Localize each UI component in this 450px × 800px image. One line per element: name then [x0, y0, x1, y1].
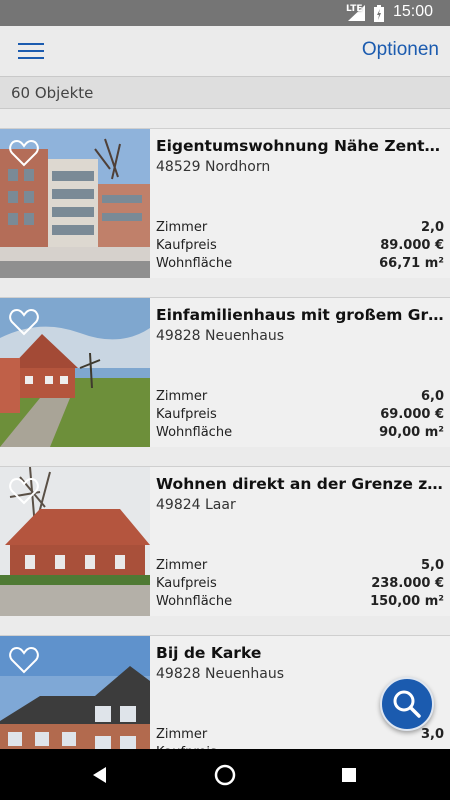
- listing-info: Einfamilienhaus mit großem Gru… 49828 Ne…: [150, 298, 450, 447]
- heart-icon[interactable]: [9, 308, 39, 336]
- result-count-bar: 60 Objekte: [0, 76, 450, 109]
- status-time: 15:00: [393, 3, 434, 20]
- listing-item[interactable]: Einfamilienhaus mit großem Gru… 49828 Ne…: [0, 297, 450, 447]
- rooms-value: 5,0: [420, 558, 444, 573]
- search-icon: [393, 690, 421, 718]
- listing-location: 49828 Neuenhaus: [156, 666, 285, 682]
- price-label: Kaufpreis: [156, 407, 217, 422]
- rooms-value: 6,0: [420, 389, 444, 404]
- app-bar: Optionen: [0, 26, 450, 76]
- rooms-row: Zimmer 6,0: [156, 389, 444, 407]
- rooms-value: 2,0: [420, 220, 444, 235]
- area-label: Wohnfläche: [156, 594, 233, 609]
- price-label: Kaufpreis: [156, 238, 217, 253]
- heart-icon[interactable]: [9, 646, 39, 674]
- price-value: 89.000 €: [380, 238, 444, 253]
- listing-location: 48529 Nordhorn: [156, 159, 271, 175]
- price-value: 69.000 €: [380, 407, 444, 422]
- area-value: 90,00 m²: [379, 425, 444, 440]
- rooms-value: 3,0: [420, 727, 444, 742]
- listing-info: Eigentumswohnung Nähe Zentrum 48529 Nord…: [150, 129, 450, 278]
- heart-icon[interactable]: [9, 139, 39, 167]
- price-value: 238.000 €: [371, 576, 444, 591]
- area-row: Wohnfläche 90,00 m²: [156, 425, 444, 443]
- battery-icon: [374, 5, 384, 22]
- area-row: Wohnfläche 66,71 m²: [156, 256, 444, 274]
- rooms-label: Zimmer: [156, 220, 208, 235]
- network-type: LTE: [346, 4, 363, 14]
- area-value: 66,71 m²: [379, 256, 444, 271]
- recents-icon[interactable]: [337, 763, 361, 787]
- listing-location: 49824 Laar: [156, 497, 236, 513]
- listing-info: Wohnen direkt an der Grenze zu… 49824 La…: [150, 467, 450, 616]
- rooms-label: Zimmer: [156, 558, 208, 573]
- system-nav-bar: [0, 749, 450, 800]
- hamburger-menu-icon[interactable]: [18, 41, 44, 61]
- rooms-label: Zimmer: [156, 727, 208, 742]
- back-icon[interactable]: [88, 763, 112, 787]
- result-count: 60 Objekte: [11, 84, 94, 102]
- price-label: Kaufpreis: [156, 576, 217, 591]
- listing-item[interactable]: Eigentumswohnung Nähe Zentrum 48529 Nord…: [0, 128, 450, 278]
- price-row: Kaufpreis 238.000 €: [156, 576, 444, 594]
- search-button[interactable]: [380, 677, 434, 731]
- listing-location: 49828 Neuenhaus: [156, 328, 285, 344]
- listing-list[interactable]: Eigentumswohnung Nähe Zentrum 48529 Nord…: [0, 109, 450, 749]
- listing-title: Einfamilienhaus mit großem Gru…: [156, 306, 446, 324]
- price-row: Kaufpreis 69.000 €: [156, 407, 444, 425]
- status-bar: LTE 15:00: [0, 0, 450, 26]
- area-label: Wohnfläche: [156, 425, 233, 440]
- listing-title: Wohnen direkt an der Grenze zu…: [156, 475, 446, 493]
- area-value: 150,00 m²: [370, 594, 444, 609]
- home-icon[interactable]: [213, 763, 237, 787]
- listing-title: Eigentumswohnung Nähe Zentrum: [156, 137, 446, 155]
- rooms-label: Zimmer: [156, 389, 208, 404]
- rooms-row: Zimmer 2,0: [156, 220, 444, 238]
- price-row: Kaufpreis 89.000 €: [156, 238, 444, 256]
- listing-item[interactable]: Wohnen direkt an der Grenze zu… 49824 La…: [0, 466, 450, 616]
- area-label: Wohnfläche: [156, 256, 233, 271]
- heart-icon[interactable]: [9, 477, 39, 505]
- rooms-row: Zimmer 5,0: [156, 558, 444, 576]
- listing-title: Bij de Karke: [156, 644, 262, 662]
- area-row: Wohnfläche 150,00 m²: [156, 594, 444, 612]
- options-button[interactable]: Optionen: [362, 39, 439, 61]
